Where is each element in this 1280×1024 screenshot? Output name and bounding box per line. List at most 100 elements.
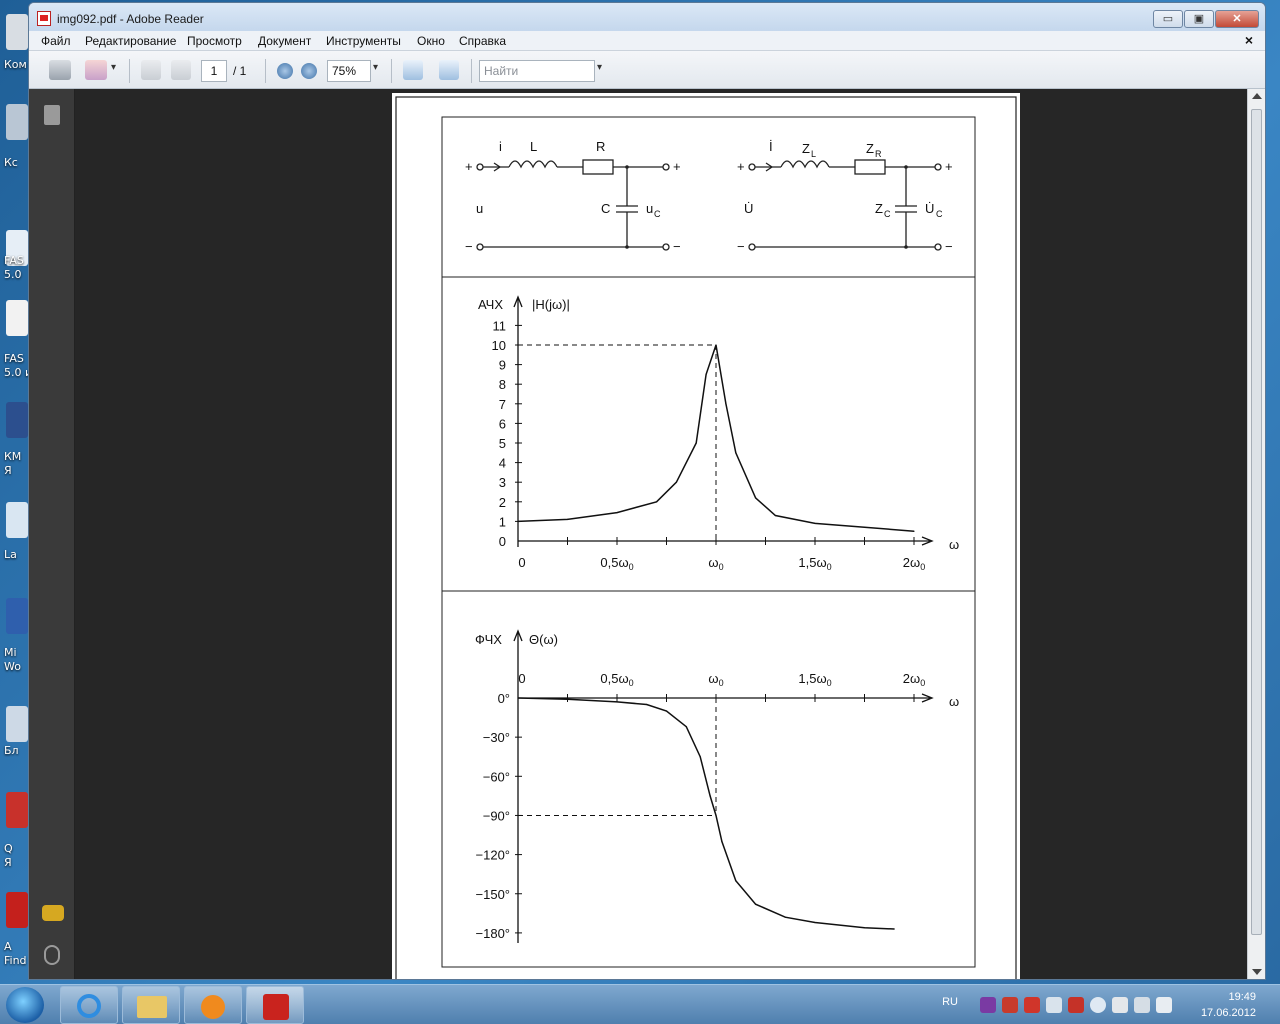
fit-page-icon[interactable] (403, 60, 423, 80)
afc-label: АЧХ (478, 297, 503, 312)
clock-time[interactable]: 19:49 (1228, 991, 1256, 1003)
desktop-recycle-icon[interactable] (6, 104, 28, 140)
desktop-fast2-icon[interactable] (6, 300, 28, 336)
document-close-button[interactable]: × (1245, 32, 1253, 48)
node (625, 165, 629, 169)
desktop-bl-icon[interactable] (6, 706, 28, 742)
desktop-label: КМ (4, 450, 22, 463)
folder-icon (137, 996, 167, 1018)
desktop-label: Я (4, 856, 12, 869)
pfc-data-point (566, 698, 569, 700)
pfc-data-point (784, 916, 786, 918)
taskbar-ie-button[interactable] (60, 986, 118, 1024)
title-bar[interactable]: img092.pdf - Adobe Reader ▭ ▣ ✕ (29, 3, 1265, 33)
afc-y-tick-label: 8 (499, 377, 506, 392)
desktop-km-icon[interactable] (6, 402, 28, 438)
page-number-input[interactable]: 1 (201, 60, 227, 82)
page-up-icon[interactable] (141, 60, 161, 80)
desktop-label: Mi (4, 646, 17, 659)
close-button[interactable]: ✕ (1215, 10, 1259, 28)
print-icon[interactable] (49, 60, 71, 80)
vertical-scrollbar[interactable] (1247, 89, 1265, 979)
pfc-data-point (665, 710, 668, 712)
desktop-label: Q (4, 842, 13, 855)
search-input[interactable]: Найти (479, 60, 595, 82)
desktop-label: A (4, 940, 12, 953)
label-Uc-sub: C (936, 209, 943, 219)
afc-data-point (725, 403, 727, 405)
afc-y-tick-label: 0 (499, 534, 506, 549)
globe-tray-icon[interactable] (1090, 997, 1106, 1013)
menu-document[interactable]: Документ (258, 34, 311, 48)
network-tray-icon[interactable] (1134, 997, 1150, 1013)
afc-data-point (616, 512, 618, 514)
language-indicator[interactable]: RU (942, 996, 958, 1008)
label-minus-out: − (945, 239, 953, 254)
tool-tray-icon[interactable] (1046, 997, 1062, 1013)
onenote-tray-icon[interactable] (980, 997, 996, 1013)
pfc-data-point (517, 697, 519, 699)
pfc-x-tick-label: 2ω0 (903, 671, 925, 688)
desktop-acrobat-icon[interactable] (6, 892, 28, 928)
label-C: C (601, 201, 610, 216)
zoom-in-icon[interactable] (301, 63, 317, 79)
pfc-data-point (685, 726, 687, 728)
clock-tray-icon[interactable] (1112, 997, 1128, 1013)
zoom-dropdown-icon[interactable]: ▾ (373, 62, 378, 84)
desktop-film-icon[interactable] (6, 792, 28, 828)
scroll-up-icon[interactable] (1252, 93, 1262, 99)
pfc-data-point (814, 921, 816, 924)
menu-tools[interactable]: Инструменты (326, 34, 401, 48)
page-down-icon[interactable] (171, 60, 191, 80)
menu-window[interactable]: Окно (417, 34, 445, 48)
search-dropdown-icon[interactable]: ▾ (597, 62, 602, 84)
label-ZL-sub: L (811, 149, 816, 159)
terminal (476, 163, 484, 171)
app-tray-icon[interactable] (1002, 997, 1018, 1013)
desktop-label: Ком (4, 58, 27, 71)
window-title: img092.pdf - Adobe Reader (57, 12, 204, 26)
volume-tray-icon[interactable] (1156, 997, 1172, 1013)
zoom-input[interactable]: 75% (327, 60, 371, 82)
desktop-computer-icon[interactable] (6, 14, 28, 50)
maximize-button[interactable]: ▣ (1184, 10, 1214, 28)
label-minus-out: − (673, 239, 681, 254)
desktop-la-icon[interactable] (6, 502, 28, 538)
menu-edit[interactable]: Редактирование (85, 34, 176, 48)
app-tray-icon[interactable] (1024, 997, 1040, 1013)
zoom-out-icon[interactable] (277, 63, 293, 79)
desktop-word-icon[interactable] (6, 598, 28, 634)
label-ZL: Z (802, 141, 810, 156)
scroll-thumb[interactable] (1251, 109, 1262, 935)
pages-panel-icon[interactable] (44, 105, 60, 125)
taskbar-media-button[interactable] (184, 986, 242, 1024)
menu-view[interactable]: Просмотр (187, 34, 242, 48)
menu-file[interactable]: Файл (41, 34, 71, 48)
taskbar-explorer-button[interactable] (122, 986, 180, 1024)
share-dropdown-icon[interactable]: ▾ (111, 62, 116, 84)
afc-data-point (755, 497, 757, 499)
afc-data-point (517, 520, 519, 522)
document-area[interactable]: i L R C u u C + − + − İ Z L Z R Z C U̇ U… (75, 89, 1247, 979)
terminal (748, 243, 756, 251)
afc-y-tick-label: 4 (499, 456, 506, 471)
internet-explorer-icon (77, 994, 101, 1018)
scroll-down-icon[interactable] (1252, 969, 1262, 975)
circuit-panel (441, 116, 976, 278)
circuit-left (476, 159, 670, 251)
fit-width-icon[interactable] (439, 60, 459, 80)
attachments-panel-icon[interactable] (44, 945, 60, 965)
minimize-button[interactable]: ▭ (1153, 10, 1183, 28)
toolbar-separator (471, 59, 472, 83)
label-plus-out: + (945, 159, 953, 174)
clock-date[interactable]: 17.06.2012 (1201, 1007, 1256, 1019)
page-content: i L R C u u C + − + − İ Z L Z R Z C U̇ U… (395, 96, 1017, 979)
share-icon[interactable] (85, 60, 107, 80)
start-button[interactable] (6, 987, 44, 1023)
label-Uc-phasor: U̇ (925, 201, 934, 216)
app-tray-icon[interactable] (1068, 997, 1084, 1013)
menu-help[interactable]: Справка (459, 34, 506, 48)
taskbar-reader-button[interactable] (246, 986, 304, 1024)
comments-panel-icon[interactable] (42, 905, 64, 921)
pfc-x-tick-label: 0,5ω0 (600, 671, 633, 688)
